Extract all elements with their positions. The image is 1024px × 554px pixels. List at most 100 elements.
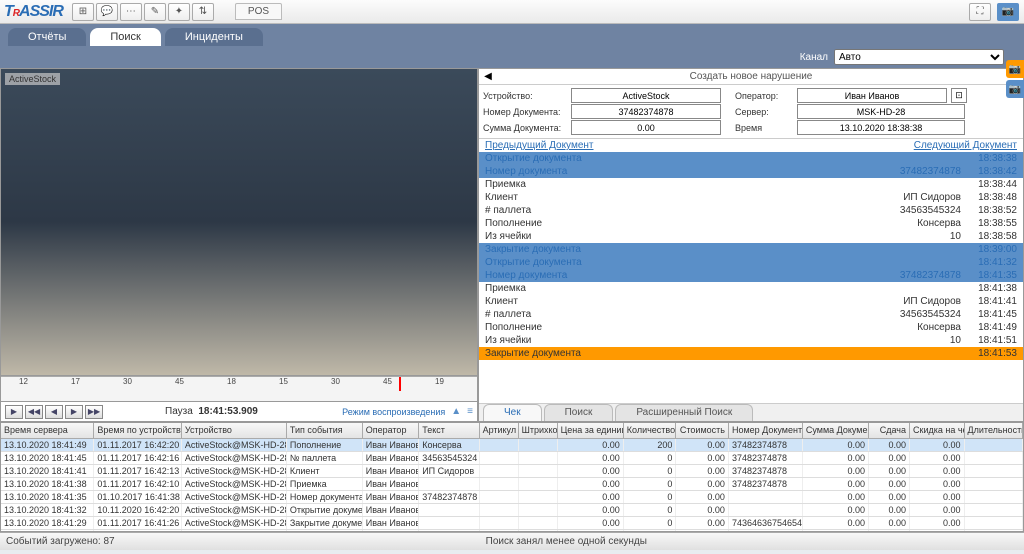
table-cell: 13.10.2020 18:41:45 [1, 452, 94, 464]
column-header[interactable]: Штрихкод [519, 423, 558, 438]
column-header[interactable]: Цена за единицу [558, 423, 624, 438]
event-row[interactable]: Открытие документа18:41:32 [479, 256, 1023, 269]
table-cell: 0.00 [869, 439, 910, 451]
subtab-advanced[interactable]: Расширенный Поиск [615, 404, 753, 421]
fwd-button[interactable]: ▶ [65, 405, 83, 419]
tab-incidents[interactable]: Инциденты [165, 28, 263, 46]
event-row[interactable]: Закрытие документа18:39:00 [479, 243, 1023, 256]
column-header[interactable]: Время по устройству [94, 423, 182, 438]
channel-select[interactable]: Авто [834, 49, 1004, 65]
expand-icon[interactable]: ⛶ [969, 3, 991, 21]
table-cell: ActiveStock@MSK-HD-28 [182, 478, 287, 490]
table-row[interactable]: 13.10.2020 18:41:3501.10.2017 16:41:38Ac… [1, 491, 1023, 504]
table-cell: Закрытие документа [287, 517, 363, 529]
column-header[interactable]: Оператор [363, 423, 419, 438]
table-cell: 0.00 [803, 439, 869, 451]
table-cell: 0 [624, 491, 677, 503]
play-button[interactable]: ▶ [5, 405, 23, 419]
event-row[interactable]: Закрытие документа18:41:53 [479, 347, 1023, 360]
back-icon[interactable]: ◀ [481, 71, 495, 82]
column-header[interactable]: Длительность д [965, 423, 1023, 438]
side-camera2-icon[interactable]: 📷 [1006, 80, 1024, 98]
table-row[interactable]: 13.10.2020 18:41:3210.11.2020 16:42:20Ac… [1, 504, 1023, 517]
tb-btn-5[interactable]: ✦ [168, 3, 190, 21]
subtab-receipt[interactable]: Чек [483, 404, 542, 421]
event-row[interactable]: Открытие документа18:38:38 [479, 152, 1023, 165]
column-header[interactable]: Скидка на чек [910, 423, 965, 438]
event-name: Из ячейки [485, 335, 861, 346]
tab-reports[interactable]: Отчёты [8, 28, 86, 46]
event-value [861, 244, 961, 255]
table-cell: 0.00 [910, 517, 965, 529]
tb-btn-6[interactable]: ⇅ [192, 3, 214, 21]
menu-icon[interactable]: ≡ [467, 406, 473, 417]
table-cell [519, 504, 558, 516]
event-row[interactable]: Номер документа3748237487818:38:42 [479, 165, 1023, 178]
table-row[interactable]: 13.10.2020 18:41:4101.11.2017 16:42:13Ac… [1, 465, 1023, 478]
event-time: 18:41:53 [961, 348, 1017, 359]
tb-btn-2[interactable]: 💬 [96, 3, 118, 21]
prev-document-link[interactable]: Предыдущий Документ [485, 140, 594, 151]
column-header[interactable]: Устройство [182, 423, 287, 438]
tab-search[interactable]: Поиск [90, 28, 160, 46]
playback-mode-link[interactable]: Режим воспроизведения [342, 407, 445, 417]
table-cell: 0.00 [676, 452, 729, 464]
timeline-tick: 30 [331, 377, 340, 386]
table-cell: 0.00 [558, 504, 624, 516]
channel-label: Канал [800, 52, 828, 63]
event-row[interactable]: # паллета3456354532418:41:45 [479, 308, 1023, 321]
column-header[interactable]: Номер Документа [729, 423, 803, 438]
grid-body[interactable]: 13.10.2020 18:41:4901.11.2017 16:42:20Ac… [1, 439, 1023, 531]
column-header[interactable]: Артикул [480, 423, 519, 438]
rew-fast-button[interactable]: ◀◀ [25, 405, 43, 419]
event-row[interactable]: Из ячейки1018:38:58 [479, 230, 1023, 243]
timeline[interactable]: 121730451815304519 [1, 375, 477, 401]
event-name: # паллета [485, 205, 861, 216]
side-camera-icon[interactable]: 📷 [1006, 60, 1024, 78]
event-list[interactable]: Открытие документа18:38:38Номер документ… [479, 152, 1023, 403]
event-row[interactable]: КлиентИП Сидоров18:41:41 [479, 295, 1023, 308]
table-row[interactable]: 13.10.2020 18:41:4901.11.2017 16:42:20Ac… [1, 439, 1023, 452]
table-row[interactable]: 13.10.2020 18:41:4501.11.2017 16:42:16Ac… [1, 452, 1023, 465]
table-cell: Клиент [287, 465, 363, 477]
event-row[interactable]: # паллета3456354532418:38:52 [479, 204, 1023, 217]
next-document-link[interactable]: Следующий Документ [914, 140, 1017, 151]
rew-button[interactable]: ◀ [45, 405, 63, 419]
column-header[interactable]: Стоимость [676, 423, 729, 438]
column-header[interactable]: Количество [624, 423, 677, 438]
event-row[interactable]: Из ячейки1018:41:51 [479, 334, 1023, 347]
event-row[interactable]: Приемка18:41:38 [479, 282, 1023, 295]
table-row[interactable]: 13.10.2020 18:41:2901.11.2017 16:41:26Ac… [1, 517, 1023, 530]
table-cell: 0.00 [558, 439, 624, 451]
pos-tab[interactable]: POS [235, 3, 282, 20]
playhead-marker[interactable] [399, 377, 401, 391]
lock-icon[interactable]: ⊡ [951, 88, 967, 103]
table-cell [480, 465, 519, 477]
tb-btn-1[interactable]: ⊞ [72, 3, 94, 21]
column-header[interactable]: Тип события [287, 423, 363, 438]
docnum-value: 37482374878 [571, 104, 721, 119]
event-row[interactable]: Приемка18:38:44 [479, 178, 1023, 191]
column-header[interactable]: Время сервера [1, 423, 94, 438]
column-header[interactable]: Сумма Документа [803, 423, 869, 438]
column-header[interactable]: Сдача [869, 423, 910, 438]
fwd-fast-button[interactable]: ▶▶ [85, 405, 103, 419]
table-cell: 34563545324 [419, 452, 479, 464]
tb-btn-4[interactable]: ✎ [144, 3, 166, 21]
column-header[interactable]: Текст [419, 423, 479, 438]
event-value [861, 283, 961, 294]
subtab-search[interactable]: Поиск [544, 404, 614, 421]
event-time: 18:38:38 [961, 153, 1017, 164]
collapse-icon[interactable]: ▲ [451, 406, 461, 417]
event-row[interactable]: ПополнениеКонсерва18:38:55 [479, 217, 1023, 230]
event-row[interactable]: ПополнениеКонсерва18:41:49 [479, 321, 1023, 334]
table-cell: 0 [624, 517, 677, 529]
table-cell [419, 478, 479, 490]
event-row[interactable]: КлиентИП Сидоров18:38:48 [479, 191, 1023, 204]
tb-btn-3[interactable]: ⋯ [120, 3, 142, 21]
table-row[interactable]: 13.10.2020 18:41:2701.11.2017 16:41:22Ac… [1, 530, 1023, 531]
event-row[interactable]: Номер документа3748237487818:41:35 [479, 269, 1023, 282]
table-row[interactable]: 13.10.2020 18:41:3801.11.2017 16:42:10Ac… [1, 478, 1023, 491]
camera-corner-icon[interactable]: 📷 [997, 3, 1019, 21]
video-view[interactable]: ActiveStock [1, 69, 477, 375]
